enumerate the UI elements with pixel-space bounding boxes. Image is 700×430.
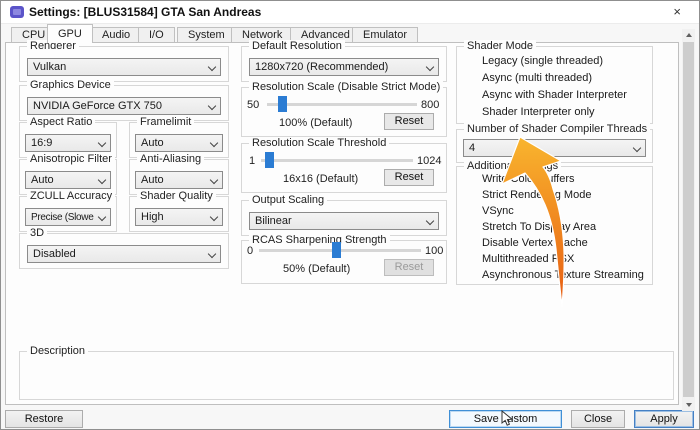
checkbox-label[interactable]: Disable Vertex Cache — [482, 237, 588, 249]
tab-emulator[interactable]: Emulator — [352, 27, 418, 42]
chevron-down-icon — [210, 176, 218, 184]
rcas-reset-button[interactable]: Reset — [384, 259, 434, 276]
chevron-down-icon — [208, 102, 216, 110]
scroll-up-icon[interactable] — [682, 29, 695, 42]
threshold-reset-button[interactable]: Reset — [384, 169, 434, 186]
anti-aliasing-select[interactable]: Auto — [135, 171, 223, 189]
chevron-down-icon — [426, 63, 434, 71]
shader-quality-label: Shader Quality — [137, 190, 216, 202]
resolution-scale-slider[interactable] — [267, 103, 417, 106]
vertical-scrollbar[interactable] — [682, 29, 695, 411]
zcull-accuracy-select[interactable]: Precise (Slowest) — [25, 208, 111, 226]
radio-label[interactable]: Legacy (single threaded) — [482, 55, 603, 67]
output-scaling-select[interactable]: Bilinear — [249, 212, 439, 230]
radio-label[interactable]: Async with Shader Interpreter — [482, 89, 627, 101]
chevron-down-icon — [98, 213, 106, 221]
threshold-slider[interactable] — [261, 159, 413, 162]
title-bar: Settings: [BLUS31584] GTA San Andreas × — [1, 1, 699, 24]
rcas-max: 100 — [425, 245, 443, 257]
description-label: Description — [27, 345, 88, 357]
threshold-current: 16x16 (Default) — [283, 173, 358, 185]
anti-aliasing-label: Anti-Aliasing — [137, 153, 204, 165]
checkbox-label[interactable]: Asynchronous Texture Streaming — [482, 269, 644, 281]
compiler-threads-label: Number of Shader Compiler Threads — [464, 123, 650, 135]
resolution-scale-threshold-label: Resolution Scale Threshold — [249, 137, 389, 149]
aspect-ratio-label: Aspect Ratio — [27, 116, 95, 128]
anisotropic-filter-select[interactable]: Auto — [25, 171, 111, 189]
default-resolution-select[interactable]: 1280x720 (Recommended) — [249, 58, 439, 76]
chevron-down-icon — [98, 139, 106, 147]
rcas-min: 0 — [247, 245, 253, 257]
settings-window: Settings: [BLUS31584] GTA San Andreas × … — [0, 0, 700, 430]
resolution-scale-min: 50 — [247, 99, 259, 111]
rcas-handle[interactable] — [332, 242, 341, 258]
radio-label[interactable]: Async (multi threaded) — [482, 72, 592, 84]
checkbox-label[interactable]: Strict Rendering Mode — [482, 189, 591, 201]
graphics-device-select[interactable]: NVIDIA GeForce GTX 750 — [27, 97, 221, 115]
aspect-ratio-select[interactable]: 16:9 — [25, 134, 111, 152]
threshold-handle[interactable] — [265, 152, 274, 168]
rcas-current: 50% (Default) — [283, 263, 350, 275]
chevron-down-icon — [208, 250, 216, 258]
resolution-scale-label: Resolution Scale (Disable Strict Mode) — [249, 81, 443, 93]
checkbox-label[interactable]: Write Color Buffers — [482, 173, 575, 185]
tab-system[interactable]: System — [177, 27, 236, 42]
compiler-threads-select[interactable]: 4 — [463, 139, 646, 157]
output-scaling-label: Output Scaling — [249, 194, 327, 206]
chevron-down-icon — [208, 63, 216, 71]
close-button[interactable]: Close — [571, 410, 625, 428]
scroll-down-icon[interactable] — [682, 398, 695, 411]
resolution-scale-handle[interactable] — [278, 96, 287, 112]
resolution-scale-reset-button[interactable]: Reset — [384, 113, 434, 130]
3d-label: 3D — [27, 227, 47, 239]
resolution-scale-current: 100% (Default) — [279, 117, 352, 129]
chevron-down-icon — [426, 217, 434, 225]
restore-defaults-button[interactable]: Restore Defaults — [5, 410, 83, 428]
save-custom-configuration-button[interactable]: Save custom configuration — [449, 410, 562, 428]
tab-io[interactable]: I/O — [138, 27, 175, 42]
checkbox-label[interactable]: Stretch To Display Area — [482, 221, 596, 233]
default-resolution-label: Default Resolution — [249, 40, 345, 52]
rcas-label: RCAS Sharpening Strength — [249, 234, 390, 246]
window-title: Settings: [BLUS31584] GTA San Andreas — [29, 5, 261, 19]
checkbox-label[interactable]: VSync — [482, 205, 514, 217]
3d-select[interactable]: Disabled — [27, 245, 221, 263]
radio-label[interactable]: Shader Interpreter only — [482, 106, 595, 118]
resolution-scale-max: 800 — [421, 99, 439, 111]
anisotropic-filter-label: Anisotropic Filter — [27, 153, 115, 165]
additional-settings-label: Additional Settings — [464, 160, 561, 172]
threshold-min: 1 — [249, 155, 255, 167]
tab-gpu[interactable]: GPU — [47, 24, 93, 43]
threshold-max: 1024 — [417, 155, 441, 167]
zcull-accuracy-label: ZCULL Accuracy — [27, 190, 115, 202]
window-close-button[interactable]: × — [673, 4, 681, 19]
chevron-down-icon — [633, 144, 641, 152]
shader-mode-label: Shader Mode — [464, 40, 536, 52]
graphics-device-label: Graphics Device — [27, 79, 114, 91]
description-group: Description — [19, 351, 674, 400]
tab-audio[interactable]: Audio — [91, 27, 141, 42]
renderer-select[interactable]: Vulkan — [27, 58, 221, 76]
checkbox-label[interactable]: Multithreaded RSX — [482, 253, 574, 265]
chevron-down-icon — [210, 213, 218, 221]
scrollbar-thumb[interactable] — [683, 42, 694, 397]
framelimit-label: Framelimit — [137, 116, 194, 128]
chevron-down-icon — [210, 139, 218, 147]
shader-quality-select[interactable]: High — [135, 208, 223, 226]
framelimit-select[interactable]: Auto — [135, 134, 223, 152]
chevron-down-icon — [98, 176, 106, 184]
app-icon — [10, 6, 24, 18]
apply-button[interactable]: Apply — [634, 410, 694, 428]
